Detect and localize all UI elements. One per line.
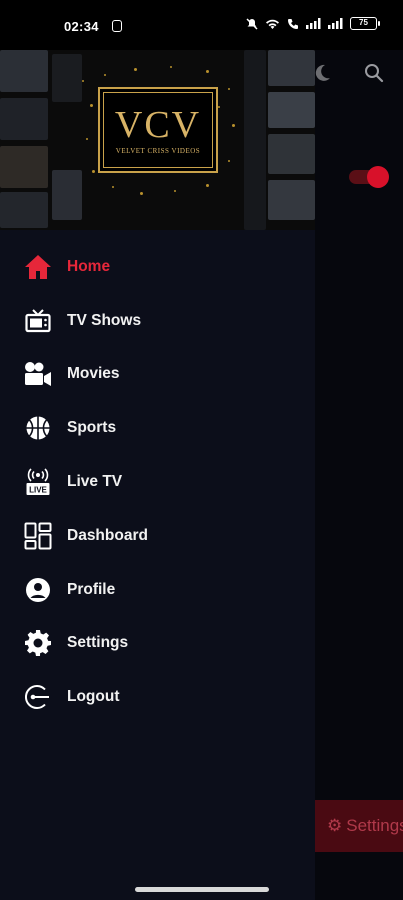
logo-sparkle — [82, 80, 84, 82]
logo-subtitle: VELVET CRISS VIDEOS — [115, 147, 201, 155]
settings-button-label: Settings — [346, 816, 403, 835]
status-bar: 02:34 75 — [0, 0, 403, 50]
menu-item-label: Live TV — [67, 473, 123, 491]
basketball-icon — [24, 414, 52, 442]
status-icons: 75 — [246, 17, 380, 30]
signal-icon-2 — [328, 18, 343, 29]
home-icon — [24, 253, 52, 281]
menu-item-dashboard[interactable]: Dashboard — [0, 509, 315, 563]
logo-sparkle — [232, 124, 235, 127]
menu-item-tv-shows[interactable]: TV Shows — [0, 294, 315, 348]
logo-sparkle — [174, 190, 176, 192]
logo-sparkle — [90, 104, 93, 107]
signal-icon — [306, 18, 321, 29]
call-icon — [288, 18, 298, 29]
logo-sparkle — [140, 192, 143, 195]
header-collage-tile — [0, 146, 48, 188]
brand-logo: VCV VELVET CRISS VIDEOS — [78, 60, 244, 220]
settings-button-icon: ⚙ — [327, 816, 343, 835]
logo-sparkle — [206, 70, 209, 73]
header-collage-tile — [268, 180, 315, 220]
home-indicator[interactable] — [135, 887, 269, 892]
menu-item-label: Movies — [67, 365, 120, 383]
menu-item-label: Home — [67, 257, 111, 275]
wifi-icon — [266, 19, 279, 29]
notification-icon — [112, 20, 122, 32]
live-tv-icon: LIVE — [24, 468, 52, 496]
logo-sparkle — [206, 184, 209, 187]
menu-item-live-tv[interactable]: LIVE Live TV — [0, 455, 315, 509]
status-time: 02:34 — [64, 19, 99, 34]
menu-item-label: TV Shows — [67, 311, 142, 329]
background-settings-button[interactable]: ⚙ Settings — [315, 800, 403, 852]
search-icon[interactable] — [363, 62, 385, 89]
logo-sparkle — [104, 74, 106, 76]
header-collage-tile — [268, 92, 315, 128]
header-collage-tile — [0, 98, 48, 140]
logo-text: VCV — [114, 104, 202, 146]
drawer-header: VCV VELVET CRISS VIDEOS — [0, 50, 315, 230]
menu-item-sports[interactable]: Sports — [0, 401, 315, 455]
logo-sparkle — [86, 138, 88, 140]
logo-sparkle — [170, 66, 172, 68]
logo-sparkle — [228, 88, 230, 90]
header-collage-tile — [268, 134, 315, 174]
logo-sparkle — [112, 186, 114, 188]
toggle-knob — [367, 166, 389, 188]
profile-icon — [24, 576, 52, 604]
logo-sparkle — [92, 170, 95, 173]
logout-icon — [24, 683, 52, 711]
menu-item-home[interactable]: Home — [0, 240, 315, 294]
logo-sparkle — [228, 160, 230, 162]
gear-icon — [24, 629, 52, 657]
logo-box: VCV VELVET CRISS VIDEOS — [98, 87, 218, 173]
menu-item-label: Logout — [67, 688, 120, 706]
header-collage-tile — [0, 192, 48, 228]
toggle-switch[interactable] — [349, 166, 389, 188]
dashboard-icon — [24, 522, 52, 550]
menu-item-label: Sports — [67, 419, 117, 437]
menu-item-label: Profile — [67, 580, 116, 598]
mute-icon — [246, 17, 258, 30]
battery-icon: 75 — [350, 17, 380, 30]
svg-text:LIVE: LIVE — [29, 486, 47, 495]
menu-item-label: Settings — [67, 634, 129, 652]
header-collage-tile — [0, 50, 48, 92]
menu-item-settings[interactable]: Settings — [0, 617, 315, 671]
header-collage-tile — [244, 50, 266, 230]
logo-sparkle — [134, 68, 137, 71]
tv-icon — [24, 307, 52, 335]
logo-sparkle — [218, 106, 220, 108]
drawer-menu: Home TV Shows Movies Sports LIVE Live TV… — [0, 240, 315, 724]
movie-camera-icon — [24, 360, 52, 388]
menu-item-profile[interactable]: Profile — [0, 563, 315, 617]
header-collage-tile — [268, 50, 315, 86]
menu-item-movies[interactable]: Movies — [0, 348, 315, 402]
menu-item-logout[interactable]: Logout — [0, 670, 315, 724]
navigation-drawer: VCV VELVET CRISS VIDEOS Home TV Shows Mo… — [0, 50, 315, 900]
menu-item-label: Dashboard — [67, 526, 148, 544]
